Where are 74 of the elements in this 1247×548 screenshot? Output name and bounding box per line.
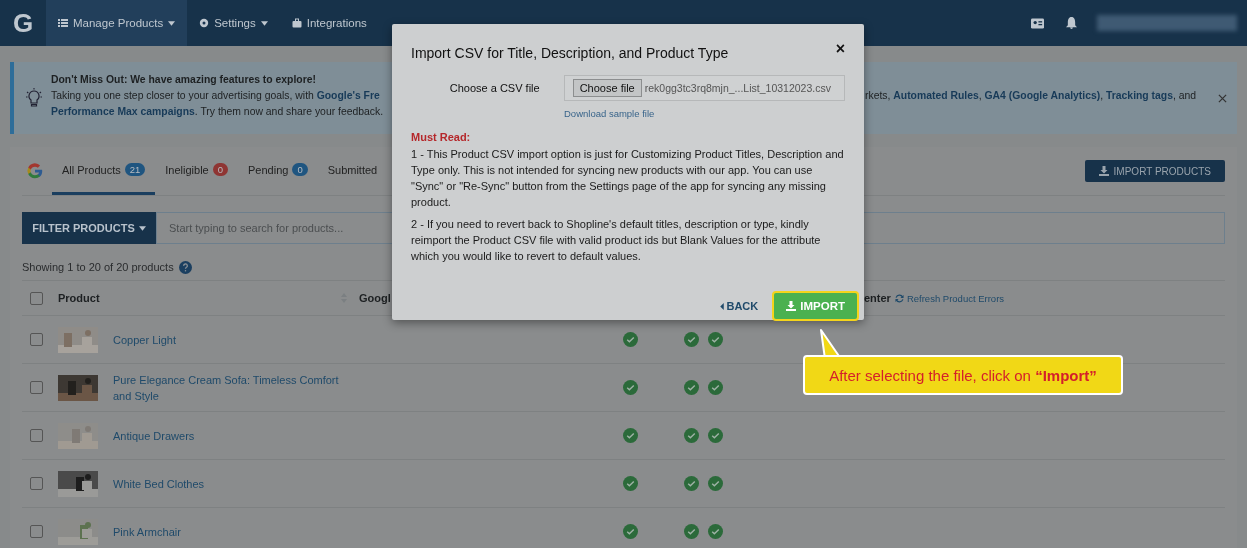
checkbox[interactable] <box>30 381 43 394</box>
file-input-field[interactable]: Choose file rek0gg3tc3rq8mjn_...List_10312023.csv <box>563 75 845 101</box>
gear-icon <box>199 18 210 28</box>
checkbox[interactable] <box>30 429 43 442</box>
refresh-errors-link[interactable]: Refresh Product Errors <box>894 292 1005 304</box>
download-sample-link[interactable]: Download sample file <box>564 108 655 119</box>
count-badge: 0 <box>292 163 308 176</box>
check-circle-icon <box>708 332 723 347</box>
checkbox[interactable] <box>30 477 43 490</box>
product-link[interactable]: Pink Armchair <box>113 523 353 540</box>
check-circle-icon <box>623 524 638 539</box>
check-circle-icon <box>684 332 699 347</box>
briefcase-icon <box>291 18 302 28</box>
column-header: enter <box>864 292 891 304</box>
product-link[interactable]: Pure Elegance Cream Sofa: Timeless Comfort and Style <box>113 371 353 404</box>
nav-item[interactable]: Settings <box>187 0 280 46</box>
field-label: Choose a CSV file <box>448 82 540 94</box>
bell-icon[interactable] <box>1066 17 1077 29</box>
banner-text: Taking you one step closer to your advertising goals, with Google's Fre <box>51 89 381 103</box>
download-icon <box>1098 166 1109 176</box>
banner-text: rkets, Automated Rules, GA4 (Google Analytics), Tracking tags, and <box>865 90 1197 101</box>
check-circle-icon <box>708 428 723 443</box>
check-circle-icon <box>684 476 699 491</box>
filter-products-button[interactable]: FILTER PRODUCTS <box>22 212 156 244</box>
file-name: rek0gg3tc3rq8mjn_...List_10312023.csv <box>644 82 831 94</box>
banner-text: Performance Max campaigns. Try them now and share your feedback. <box>51 105 385 119</box>
tab[interactable]: Ineligible 0 <box>155 147 238 195</box>
must-read-heading: Must Read: <box>411 131 472 143</box>
caret-icon <box>720 302 725 310</box>
caret-icon <box>138 225 146 231</box>
choose-file-button[interactable]: Choose file <box>572 79 642 97</box>
nav-item[interactable]: Manage Products <box>46 0 188 46</box>
list-icon <box>58 18 68 28</box>
checkbox[interactable] <box>30 333 43 346</box>
logo[interactable]: G <box>0 0 46 46</box>
tab[interactable]: Pending 0 <box>238 147 318 195</box>
check-circle-icon <box>623 332 638 347</box>
count-badge: 21 <box>124 163 146 176</box>
close-icon[interactable] <box>1218 94 1227 103</box>
import-button[interactable]: IMPORT <box>772 291 859 321</box>
back-link[interactable]: BACK <box>720 300 759 312</box>
check-circle-icon <box>623 428 638 443</box>
check-circle-icon <box>708 524 723 539</box>
lightbulb-icon <box>26 88 42 108</box>
check-circle-icon <box>708 380 723 395</box>
banner-title: Don't Miss Out: We have amazing features to explore! <box>51 73 317 87</box>
download-icon <box>786 301 797 311</box>
product-link[interactable]: White Bed Clothes <box>113 475 353 492</box>
product-link[interactable]: Antique Drawers <box>113 427 353 444</box>
tab[interactable]: All Products 21 <box>52 147 156 195</box>
help-icon[interactable] <box>178 260 192 274</box>
checkbox[interactable] <box>30 291 43 305</box>
nav-item[interactable]: Integrations <box>279 0 379 46</box>
refresh-icon <box>894 293 904 303</box>
checkbox[interactable] <box>30 525 43 538</box>
instruction-paragraph: 2 - If you need to revert back to Shopline's default titles, description or type, kindly reimport the Product CSV file with valid product ids but Blank Values for the attribute which you would like to revert to default values. <box>411 217 822 264</box>
check-circle-icon <box>684 524 699 539</box>
google-logo-icon <box>26 162 44 180</box>
check-circle-icon <box>684 380 699 395</box>
product-link[interactable]: Copper Light <box>113 331 353 348</box>
column-header: Googl <box>359 292 392 304</box>
count-badge: 0 <box>212 163 228 176</box>
instruction-paragraph: 1 - This Product CSV import option is just for Customizing Product Titles, Description and Type only. This is not intended for syncing new products with our app. You can use "Sync" or "Re-Sync" button from the Settings page of the app for syncing any missing product. <box>411 147 845 210</box>
dialog-title: Import CSV for Title, Description, and Product Type <box>411 45 729 61</box>
check-circle-icon <box>623 476 638 491</box>
check-circle-icon <box>623 380 638 395</box>
results-count: Showing 1 to 20 of 20 products <box>22 261 174 273</box>
check-circle-icon <box>708 476 723 491</box>
column-header: Product <box>58 292 101 304</box>
check-circle-icon <box>684 428 699 443</box>
close-button[interactable]: × <box>835 42 845 56</box>
id-card-icon[interactable] <box>1031 17 1044 29</box>
import-products-button[interactable]: IMPORT PRODUCTS <box>1084 160 1225 182</box>
tab[interactable]: Submitted <box>317 147 388 195</box>
